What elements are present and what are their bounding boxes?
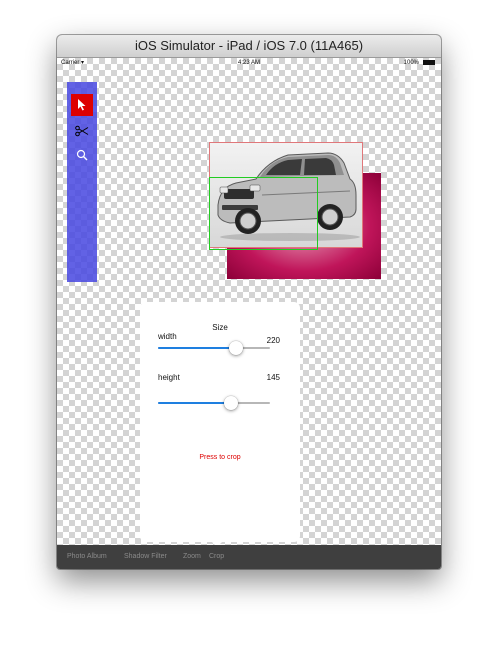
popover-title: Size [212, 323, 228, 332]
tool-palette [67, 82, 97, 282]
simulator-window: iOS Simulator - iPad / iOS 7.0 (11A465) … [57, 35, 441, 569]
status-time: 4:23 AM [237, 60, 260, 66]
tab-shadow-filter[interactable]: Shadow Filter [124, 553, 167, 560]
bottom-tabbar: Photo Album Shadow Filter Zoom Crop [57, 545, 441, 569]
tab-photo-album[interactable]: Photo Album [67, 553, 107, 560]
scissors-tool-button[interactable] [71, 120, 93, 142]
height-slider-fill [158, 402, 231, 404]
width-slider-thumb[interactable] [229, 341, 244, 355]
ipad-screen: Carrier ▾ 4:23 AM 100% Size width 220 he… [57, 58, 441, 569]
tab-crop[interactable]: Crop [209, 553, 224, 560]
battery-icon [423, 60, 435, 65]
size-popover: Size width 220 height 145 Press to crop [140, 302, 300, 542]
height-value: 145 [266, 373, 280, 382]
status-bar: Carrier ▾ 4:23 AM 100% [57, 58, 441, 68]
height-slider-thumb[interactable] [223, 396, 238, 410]
width-slider[interactable] [158, 341, 270, 355]
battery-percent: 100% [403, 60, 419, 66]
magnifier-icon [76, 149, 88, 161]
zoom-tool-button[interactable] [71, 144, 93, 166]
scissors-icon [75, 125, 89, 137]
height-slider[interactable] [158, 396, 270, 410]
tab-zoom[interactable]: Zoom [183, 553, 201, 560]
width-slider-fill [158, 347, 237, 349]
window-title: iOS Simulator - iPad / iOS 7.0 (11A465) [57, 35, 441, 58]
height-label: height [158, 373, 180, 382]
width-label: width [158, 332, 177, 341]
press-to-crop-button[interactable]: Press to crop [140, 454, 300, 461]
pointer-icon [78, 99, 86, 111]
crop-selection-rect[interactable] [209, 177, 318, 250]
pointer-tool-button[interactable] [71, 94, 93, 116]
